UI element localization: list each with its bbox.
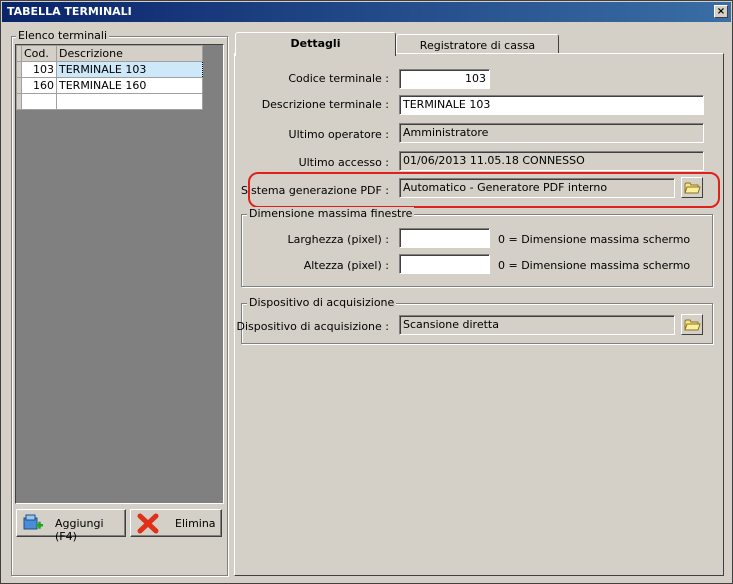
ultimo-accesso-field: 01/06/2013 11.05.18 CONNESSO: [399, 151, 704, 171]
folder-icon: [684, 182, 701, 194]
delete-terminal-label: Elimina: [175, 517, 216, 530]
ultimo-operatore-field: Amministratore: [399, 123, 704, 143]
terminal-grid[interactable]: Cod. Descrizione 103 TERMINALE 103 160 T…: [15, 44, 224, 504]
delete-terminal-button[interactable]: Elimina: [130, 509, 222, 537]
larghezza-field[interactable]: [399, 228, 490, 248]
tab-dettagli[interactable]: Dettagli: [235, 32, 396, 56]
codice-terminale-field[interactable]: 103: [399, 69, 490, 89]
window-title: TABELLA TERMINALI: [7, 5, 132, 18]
larghezza-label: Larghezza (pixel) :: [287, 233, 389, 246]
descrizione-terminale-field[interactable]: TERMINALE 103: [399, 95, 704, 115]
terminal-list-title: Elenco terminali: [16, 29, 110, 42]
title-bar: TABELLA TERMINALI ×: [2, 2, 731, 22]
add-icon: [23, 514, 43, 530]
dispositivo-browse-button[interactable]: [681, 314, 703, 335]
larghezza-note: 0 = Dimensione massima schermo: [498, 233, 691, 246]
dimensione-massima-title: Dimensione massima finestre: [247, 207, 415, 220]
altezza-note: 0 = Dimensione massima schermo: [498, 259, 691, 272]
close-button[interactable]: ×: [714, 5, 728, 18]
folder-icon: [684, 319, 701, 331]
codice-terminale-label: Codice terminale :: [288, 72, 389, 85]
table-row[interactable]: 160 TERMINALE 160: [16, 77, 203, 94]
dispositivo-label: Dispositivo di acquisizione :: [236, 320, 390, 333]
terminal-table: Cod. Descrizione 103 TERMINALE 103 160 T…: [16, 45, 203, 110]
cell-cod[interactable]: [21, 93, 57, 110]
altezza-label: Altezza (pixel) :: [303, 259, 389, 272]
table-header-row: Cod. Descrizione: [16, 45, 203, 62]
cell-descrizione[interactable]: TERMINALE 160: [56, 77, 203, 94]
ultimo-operatore-label: Ultimo operatore :: [288, 128, 389, 141]
ultimo-accesso-label: Ultimo accesso :: [298, 156, 389, 169]
dispositivo-field: Scansione diretta: [399, 315, 675, 335]
add-terminal-label: Aggiungi (F4): [55, 517, 104, 543]
cell-descrizione[interactable]: TERMINALE 103: [56, 61, 203, 78]
dimensione-massima-group: [241, 214, 713, 287]
add-terminal-button[interactable]: Aggiungi (F4): [16, 509, 126, 543]
main-window: TABELLA TERMINALI × Elenco terminali Cod…: [0, 0, 733, 584]
dispositivo-acquisizione-title: Dispositivo di acquisizione: [247, 296, 397, 309]
column-header-descrizione[interactable]: Descrizione: [56, 45, 203, 62]
pdf-browse-button[interactable]: [681, 177, 703, 198]
table-row-new[interactable]: [16, 93, 203, 110]
altezza-field[interactable]: [399, 254, 490, 274]
cell-cod[interactable]: 160: [21, 77, 57, 94]
delete-icon: [137, 513, 159, 534]
descrizione-terminale-label: Descrizione terminale :: [261, 98, 389, 111]
sistema-pdf-field: Automatico - Generatore PDF interno: [399, 178, 675, 198]
column-header-cod[interactable]: Cod.: [21, 45, 57, 62]
cell-descrizione[interactable]: [56, 93, 203, 110]
table-row[interactable]: 103 TERMINALE 103: [16, 61, 203, 78]
sistema-pdf-label: Sistema generazione PDF :: [241, 184, 389, 197]
cell-cod[interactable]: 103: [21, 61, 57, 78]
